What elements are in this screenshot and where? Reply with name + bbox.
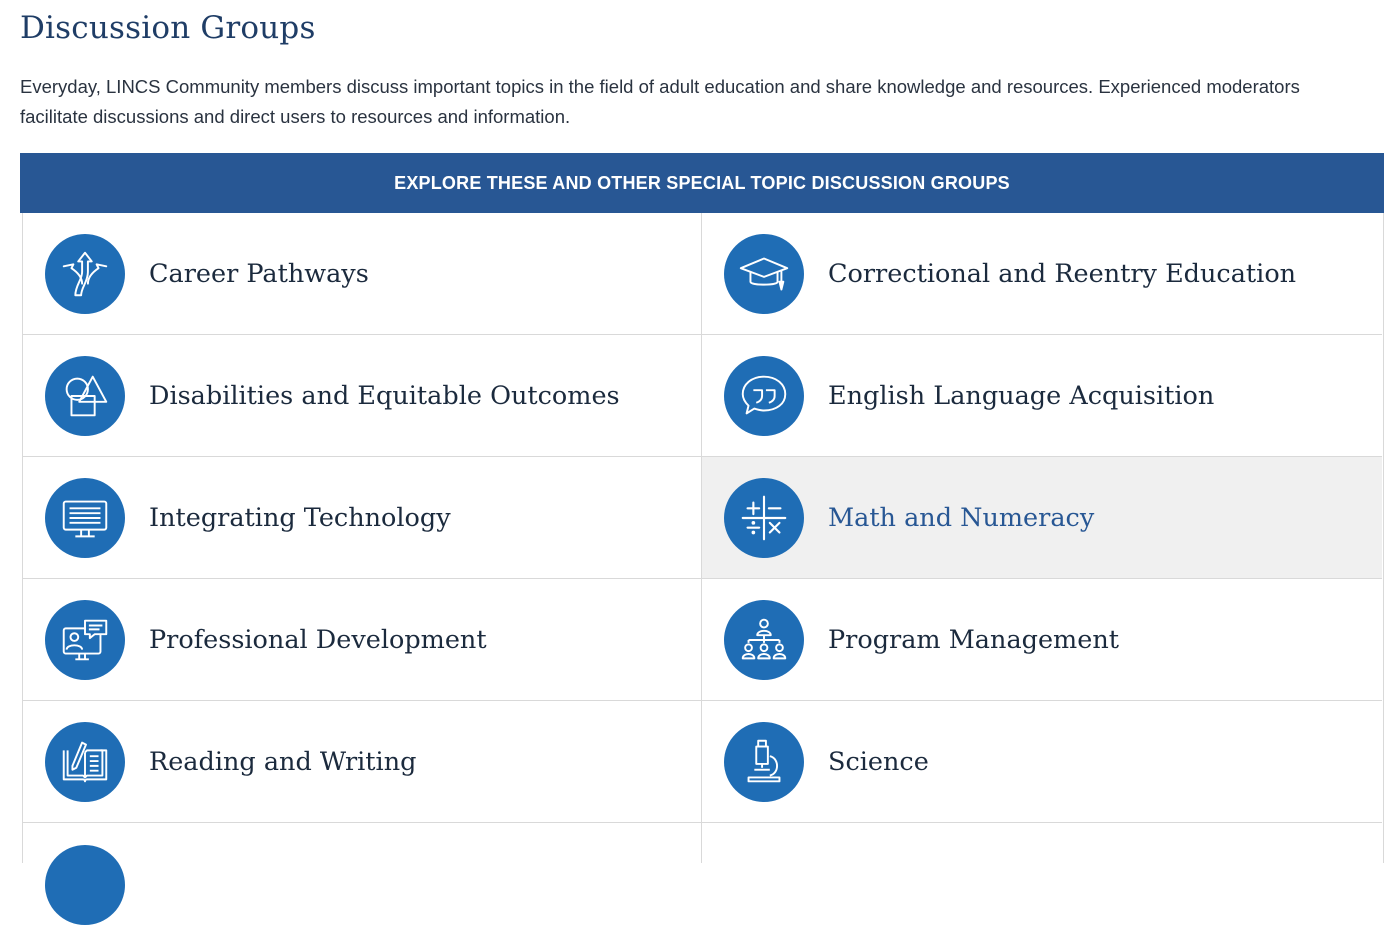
group-math-numeracy[interactable]: Math and Numeracy bbox=[702, 457, 1382, 579]
group-science[interactable]: Science bbox=[702, 701, 1382, 823]
group-reading-writing[interactable]: Reading and Writing bbox=[23, 701, 702, 823]
group-label: Professional Development bbox=[149, 624, 487, 655]
group-disabilities-equitable-outcomes[interactable]: Disabilities and Equitable Outcomes bbox=[23, 335, 702, 457]
group-correctional-reentry[interactable]: Correctional and Reentry Education bbox=[702, 213, 1382, 335]
group-professional-development[interactable]: Professional Development bbox=[23, 579, 702, 701]
shapes-icon bbox=[45, 355, 125, 436]
group-label: Program Management bbox=[828, 624, 1119, 655]
monitor-icon bbox=[45, 477, 125, 558]
group-icon-partial bbox=[45, 845, 125, 925]
group-label: Disabilities and Equitable Outcomes bbox=[149, 380, 620, 411]
group-label: Math and Numeracy bbox=[828, 502, 1095, 533]
math-operators-icon bbox=[724, 477, 804, 558]
group-label: Reading and Writing bbox=[149, 746, 417, 777]
group-career-pathways[interactable]: Career Pathways bbox=[23, 213, 702, 335]
group-next-partial-right[interactable] bbox=[702, 823, 1382, 863]
graduation-cap-icon bbox=[724, 233, 804, 314]
intro-paragraph: Everyday, LINCS Community members discus… bbox=[20, 76, 1300, 127]
book-pencil-icon bbox=[45, 721, 125, 802]
discussion-groups-grid: Career Pathways Correctional and Reentry… bbox=[22, 213, 1384, 925]
group-label: Science bbox=[828, 746, 929, 777]
group-program-management[interactable]: Program Management bbox=[702, 579, 1382, 701]
video-conference-icon bbox=[45, 599, 125, 680]
page-title: Discussion Groups bbox=[20, 10, 316, 46]
group-label: Correctional and Reentry Education bbox=[828, 258, 1297, 289]
topic-groups-banner: EXPLORE THESE AND OTHER SPECIAL TOPIC DI… bbox=[20, 153, 1384, 213]
group-next-partial[interactable] bbox=[23, 823, 702, 925]
group-label: Integrating Technology bbox=[149, 502, 451, 533]
microscope-icon bbox=[724, 721, 804, 802]
group-integrating-technology[interactable]: Integrating Technology bbox=[23, 457, 702, 579]
group-english-language-acquisition[interactable]: English Language Acquisition bbox=[702, 335, 1382, 457]
org-chart-people-icon bbox=[724, 599, 804, 680]
group-label: English Language Acquisition bbox=[828, 380, 1215, 411]
group-label: Career Pathways bbox=[149, 258, 369, 289]
speech-bubble-quote-icon bbox=[724, 355, 804, 436]
career-pathways-icon bbox=[45, 233, 125, 314]
